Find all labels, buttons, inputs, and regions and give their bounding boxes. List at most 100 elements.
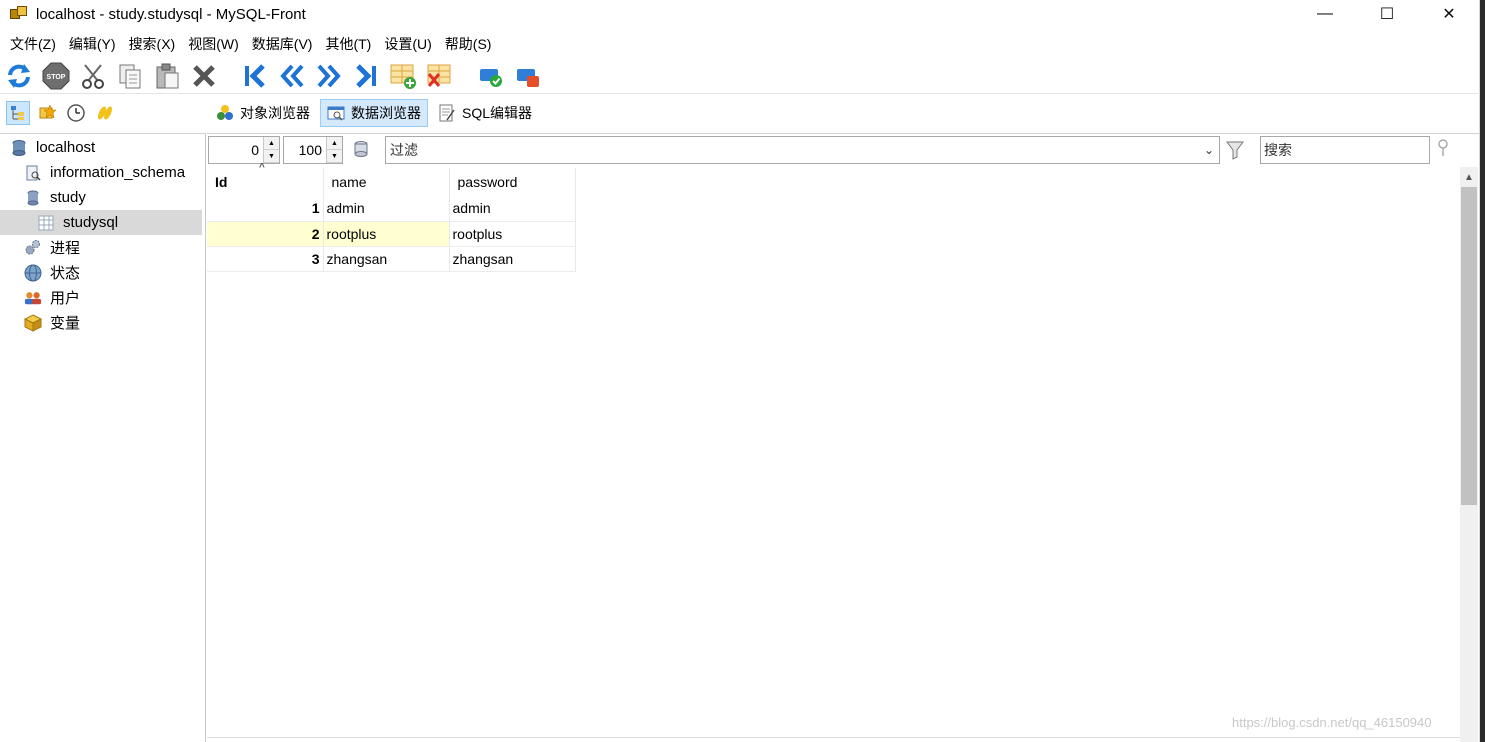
offset-up-arrow-icon[interactable]: ▲ bbox=[264, 137, 279, 150]
sql-editor-icon bbox=[438, 104, 456, 122]
filter-row: 0 ▲ ▼ 100 ▲ ▼ 过滤 ⌄ 搜索 bbox=[207, 134, 1480, 168]
tree-item-variables[interactable]: 变量 bbox=[24, 310, 202, 335]
object-tree: localhost information_schema study study… bbox=[0, 133, 206, 742]
limit-stepper[interactable]: 100 ▲ ▼ bbox=[283, 136, 343, 164]
favorites-icon[interactable] bbox=[35, 101, 59, 125]
cell-password[interactable]: admin bbox=[449, 196, 576, 222]
bookmark-icon[interactable] bbox=[93, 101, 117, 125]
table-row[interactable]: 2 rootplus rootplus bbox=[207, 221, 576, 247]
tree-item-processes[interactable]: 进程 bbox=[24, 235, 202, 260]
cell-id[interactable]: 2 bbox=[207, 221, 324, 247]
table-row[interactable]: 1 admin admin bbox=[207, 196, 576, 222]
tree-item-users[interactable]: 用户 bbox=[24, 285, 202, 310]
history-icon[interactable] bbox=[64, 101, 88, 125]
column-header-id[interactable]: ^ Id bbox=[207, 162, 324, 196]
menu-help[interactable]: 帮助(S) bbox=[439, 32, 498, 56]
column-header-password[interactable]: password bbox=[449, 168, 576, 196]
globe-icon bbox=[24, 264, 42, 282]
tree-item-label: 用户 bbox=[50, 290, 81, 307]
tab-object-browser[interactable]: 对象浏览器 bbox=[210, 99, 316, 127]
cell-name[interactable]: zhangsan bbox=[323, 246, 450, 272]
maximize-button[interactable]: ☐ bbox=[1356, 0, 1418, 28]
close-button[interactable]: ✕ bbox=[1418, 0, 1480, 28]
delete-row-icon[interactable] bbox=[425, 61, 455, 91]
desktop-edge bbox=[1480, 0, 1485, 742]
rollback-icon[interactable] bbox=[513, 61, 543, 91]
search-input[interactable]: 搜索 bbox=[1260, 136, 1430, 164]
schema-icon bbox=[24, 164, 42, 182]
tab-sql-editor[interactable]: SQL编辑器 bbox=[432, 99, 538, 127]
tree-item-label: 变量 bbox=[50, 315, 81, 332]
sort-caret-icon: ^ bbox=[259, 162, 265, 173]
tree-item-label: localhost bbox=[36, 139, 96, 156]
last-record-icon[interactable] bbox=[351, 61, 381, 91]
title-bar: localhost - study.studysql - MySQL-Front… bbox=[0, 0, 1480, 28]
tree-item-localhost[interactable]: localhost bbox=[10, 135, 200, 160]
tree-item-study[interactable]: study bbox=[24, 185, 202, 210]
commit-icon[interactable] bbox=[476, 61, 506, 91]
menu-settings[interactable]: 设置(U) bbox=[378, 32, 437, 56]
cut-icon[interactable] bbox=[78, 61, 108, 91]
cell-password[interactable]: zhangsan bbox=[449, 246, 576, 272]
filter-combobox[interactable]: 过滤 ⌄ bbox=[385, 136, 1220, 164]
tab-data-browser-label: 数据浏览器 bbox=[351, 105, 421, 121]
paste-icon[interactable] bbox=[152, 61, 182, 91]
tree-item-label: studysql bbox=[63, 214, 119, 231]
menu-database[interactable]: 数据库(V) bbox=[246, 32, 319, 56]
refresh-icon[interactable] bbox=[4, 61, 34, 91]
limit-up-arrow-icon[interactable]: ▲ bbox=[327, 137, 342, 150]
offset-stepper[interactable]: 0 ▲ ▼ bbox=[208, 136, 280, 164]
database-icon bbox=[24, 189, 42, 207]
gears-icon bbox=[24, 239, 42, 257]
menu-file[interactable]: 文件(Z) bbox=[4, 32, 62, 56]
scroll-up-arrow-icon[interactable]: ▲ bbox=[1460, 167, 1478, 187]
window-title: localhost - study.studysql - MySQL-Front bbox=[36, 5, 306, 23]
cell-name[interactable]: admin bbox=[323, 196, 450, 222]
chevron-down-icon[interactable]: ⌄ bbox=[1199, 143, 1219, 157]
cell-id[interactable]: 1 bbox=[207, 196, 324, 222]
limit-value[interactable]: 100 bbox=[284, 137, 326, 163]
status-divider bbox=[207, 737, 1460, 738]
tree-item-label: 状态 bbox=[50, 265, 81, 282]
prev-record-icon[interactable] bbox=[277, 61, 307, 91]
cell-password[interactable]: rootplus bbox=[449, 221, 576, 247]
menu-other[interactable]: 其他(T) bbox=[319, 32, 377, 56]
tree-view-icon[interactable] bbox=[6, 101, 30, 125]
users-icon bbox=[24, 289, 42, 307]
filter-input[interactable]: 过滤 bbox=[386, 140, 1199, 160]
menu-edit[interactable]: 编辑(Y) bbox=[63, 32, 122, 56]
delete-icon[interactable] bbox=[189, 61, 219, 91]
tree-item-studysql[interactable]: studysql bbox=[0, 210, 202, 235]
vertical-scrollbar[interactable]: ▲ bbox=[1460, 167, 1478, 742]
object-browser-icon bbox=[216, 104, 234, 122]
filter-funnel-icon[interactable] bbox=[1225, 140, 1245, 163]
next-record-icon[interactable] bbox=[314, 61, 344, 91]
data-browser-icon bbox=[327, 104, 345, 122]
tree-item-status[interactable]: 状态 bbox=[24, 260, 202, 285]
offset-value[interactable]: 0 bbox=[209, 137, 263, 163]
column-header-name[interactable]: name bbox=[323, 168, 450, 196]
offset-down-arrow-icon[interactable]: ▼ bbox=[264, 150, 279, 163]
insert-row-icon[interactable] bbox=[388, 61, 418, 91]
limit-toggle-icon[interactable] bbox=[351, 140, 371, 163]
search-toggle-icon[interactable] bbox=[1437, 139, 1451, 162]
limit-down-arrow-icon[interactable]: ▼ bbox=[327, 150, 342, 163]
server-icon bbox=[10, 139, 28, 157]
tree-item-information-schema[interactable]: information_schema bbox=[24, 160, 202, 185]
cell-id[interactable]: 3 bbox=[207, 246, 324, 272]
tree-item-label: 进程 bbox=[50, 240, 81, 257]
copy-icon[interactable] bbox=[115, 61, 145, 91]
minimize-button[interactable]: — bbox=[1294, 0, 1356, 28]
app-logo-icon bbox=[10, 6, 28, 22]
scroll-thumb[interactable] bbox=[1461, 187, 1477, 505]
stop-label: STOP bbox=[47, 74, 66, 81]
first-record-icon[interactable] bbox=[240, 61, 270, 91]
stop-icon[interactable]: STOP bbox=[41, 61, 71, 91]
tab-data-browser[interactable]: 数据浏览器 bbox=[320, 99, 428, 127]
view-bar: 对象浏览器 数据浏览器 SQL编辑器 bbox=[0, 96, 1480, 130]
box-icon bbox=[24, 313, 42, 332]
menu-search[interactable]: 搜索(X) bbox=[123, 32, 182, 56]
cell-name[interactable]: rootplus bbox=[323, 221, 450, 247]
menu-view[interactable]: 视图(W) bbox=[182, 32, 245, 56]
table-row[interactable]: 3 zhangsan zhangsan bbox=[207, 246, 576, 272]
